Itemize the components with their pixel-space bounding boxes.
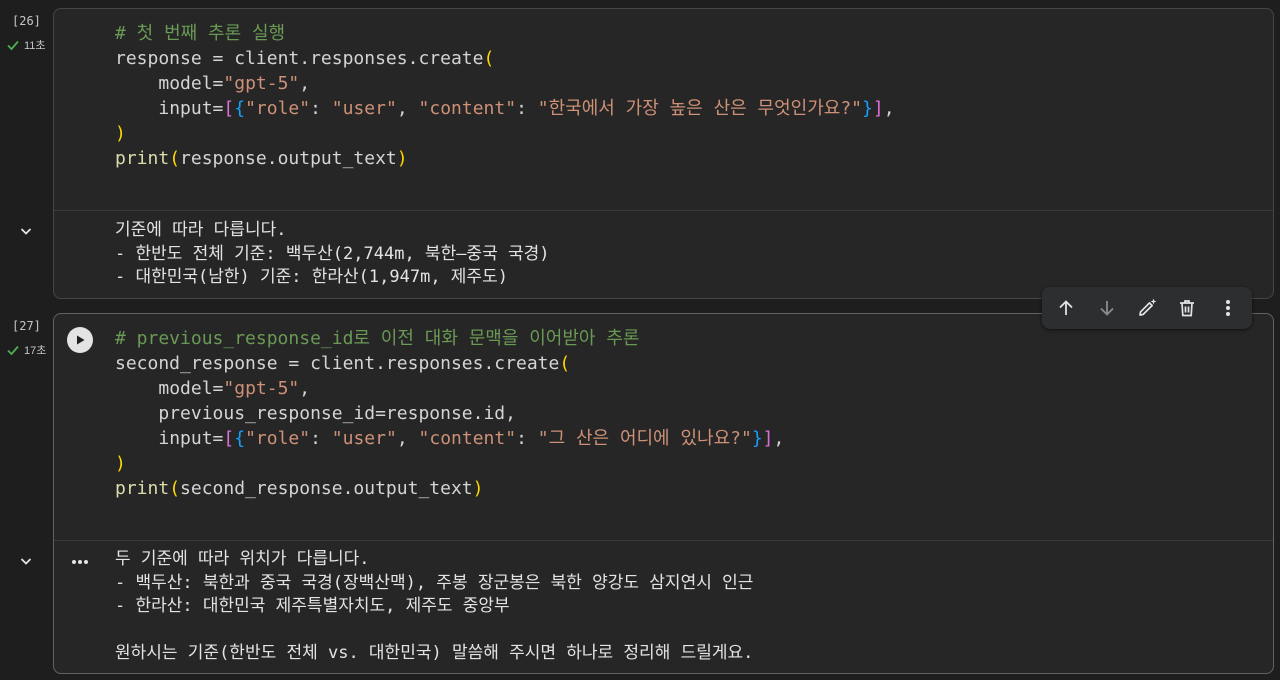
code-string: "그 산은 어디에 있나요?" bbox=[537, 428, 752, 449]
code-string: "user" bbox=[331, 428, 397, 449]
code-comment: # 첫 번째 추론 실행 bbox=[115, 23, 286, 44]
code-cell[interactable]: # previous_response_id로 이전 대화 문맥을 이어받아 추… bbox=[53, 313, 1274, 674]
arrow-down-icon bbox=[1099, 301, 1114, 316]
cell-output: 기준에 따라 다릅니다. - 한반도 전체 기준: 백두산(2,744m, 북한… bbox=[115, 219, 549, 290]
move-cell-down-button[interactable] bbox=[1090, 291, 1124, 325]
ai-edit-button[interactable] bbox=[1130, 291, 1164, 325]
code-token: input= bbox=[158, 428, 224, 449]
execution-status: 11초 bbox=[6, 37, 46, 53]
cell-output: 두 기준에 따라 위치가 다릅니다. - 백두산: 북한과 중국 국경(장백산맥… bbox=[115, 548, 753, 666]
execution-status: 17초 bbox=[6, 342, 46, 358]
code-string: "gpt-5" bbox=[223, 73, 300, 94]
output-line: 두 기준에 따라 위치가 다릅니다. bbox=[115, 549, 370, 569]
execution-count: [26] bbox=[12, 14, 41, 28]
code-function: print bbox=[115, 478, 170, 499]
code-string: "content" bbox=[418, 428, 517, 449]
output-line: - 대한민국(남한) 기준: 한라산(1,947m, 제주도) bbox=[115, 267, 508, 287]
code-var: response bbox=[115, 48, 202, 69]
more-horiz-icon bbox=[72, 560, 88, 564]
collapse-output-button[interactable] bbox=[16, 221, 36, 241]
code-token: model= bbox=[158, 73, 224, 94]
output-line: 기준에 따라 다릅니다. bbox=[115, 220, 287, 240]
cell-toolbar bbox=[1042, 287, 1252, 329]
code-comment: # previous_response_id로 이전 대화 문맥을 이어받아 추… bbox=[115, 328, 640, 349]
more-options-button[interactable] bbox=[1211, 291, 1245, 325]
output-line: 원하시는 기준(한반도 전체 vs. 대한민국) 말씀해 주시면 하나로 정리해… bbox=[115, 643, 754, 663]
check-icon bbox=[7, 40, 19, 51]
execution-count: [27] bbox=[12, 319, 41, 333]
code-call: client.responses.create bbox=[234, 48, 484, 69]
code-var: second_response bbox=[115, 353, 278, 374]
check-icon bbox=[7, 345, 19, 356]
code-token: response.output_text bbox=[180, 148, 397, 169]
output-line: - 한반도 전체 기준: 백두산(2,744m, 북한–중국 국경) bbox=[115, 243, 550, 264]
edit-sparkle-icon bbox=[1139, 298, 1157, 316]
output-line: - 백두산: 북한과 중국 국경(장백산맥), 주봉 장군봉은 북한 양강도 삼… bbox=[115, 572, 754, 593]
code-string: "role" bbox=[245, 98, 311, 119]
code-function: print bbox=[115, 148, 170, 169]
output-line: - 한라산: 대한민국 제주특별자치도, 제주도 중앙부 bbox=[115, 596, 510, 616]
output-divider bbox=[54, 540, 1273, 541]
code-token: input= bbox=[158, 98, 224, 119]
code-string: "role" bbox=[245, 428, 311, 449]
delete-cell-button[interactable] bbox=[1170, 291, 1204, 325]
chevron-down-icon bbox=[20, 228, 32, 235]
arrow-up-icon bbox=[1059, 300, 1073, 315]
more-vert-icon bbox=[1225, 300, 1230, 316]
code-token: second_response.output_text bbox=[180, 478, 473, 499]
code-cell[interactable]: # 첫 번째 추론 실행 response = client.responses… bbox=[53, 8, 1274, 299]
code-editor[interactable]: # previous_response_id로 이전 대화 문맥을 이어받아 추… bbox=[115, 326, 784, 501]
code-token: model= bbox=[158, 378, 224, 399]
execution-time: 11초 bbox=[24, 40, 46, 52]
chevron-down-icon bbox=[20, 558, 32, 565]
execution-time: 17초 bbox=[24, 345, 47, 357]
run-cell-button[interactable] bbox=[67, 327, 93, 353]
code-editor[interactable]: # 첫 번째 추론 실행 response = client.responses… bbox=[115, 21, 895, 171]
code-string: "content" bbox=[418, 98, 517, 119]
code-string: "gpt-5" bbox=[223, 378, 300, 399]
code-string: "한국에서 가장 높은 산은 무엇인가요?" bbox=[537, 98, 863, 119]
play-icon bbox=[77, 335, 85, 345]
output-actions-button[interactable] bbox=[69, 552, 91, 572]
output-divider bbox=[54, 210, 1273, 211]
trash-icon bbox=[1180, 300, 1195, 317]
code-token: previous_response_id=response.id, bbox=[158, 403, 516, 424]
collapse-output-button[interactable] bbox=[16, 551, 36, 571]
code-call: client.responses.create bbox=[310, 353, 560, 374]
notebook: [26] 11초 # 첫 번째 추론 실행 response = client.… bbox=[0, 0, 1280, 680]
move-cell-up-button[interactable] bbox=[1049, 291, 1083, 325]
code-string: "user" bbox=[331, 98, 397, 119]
